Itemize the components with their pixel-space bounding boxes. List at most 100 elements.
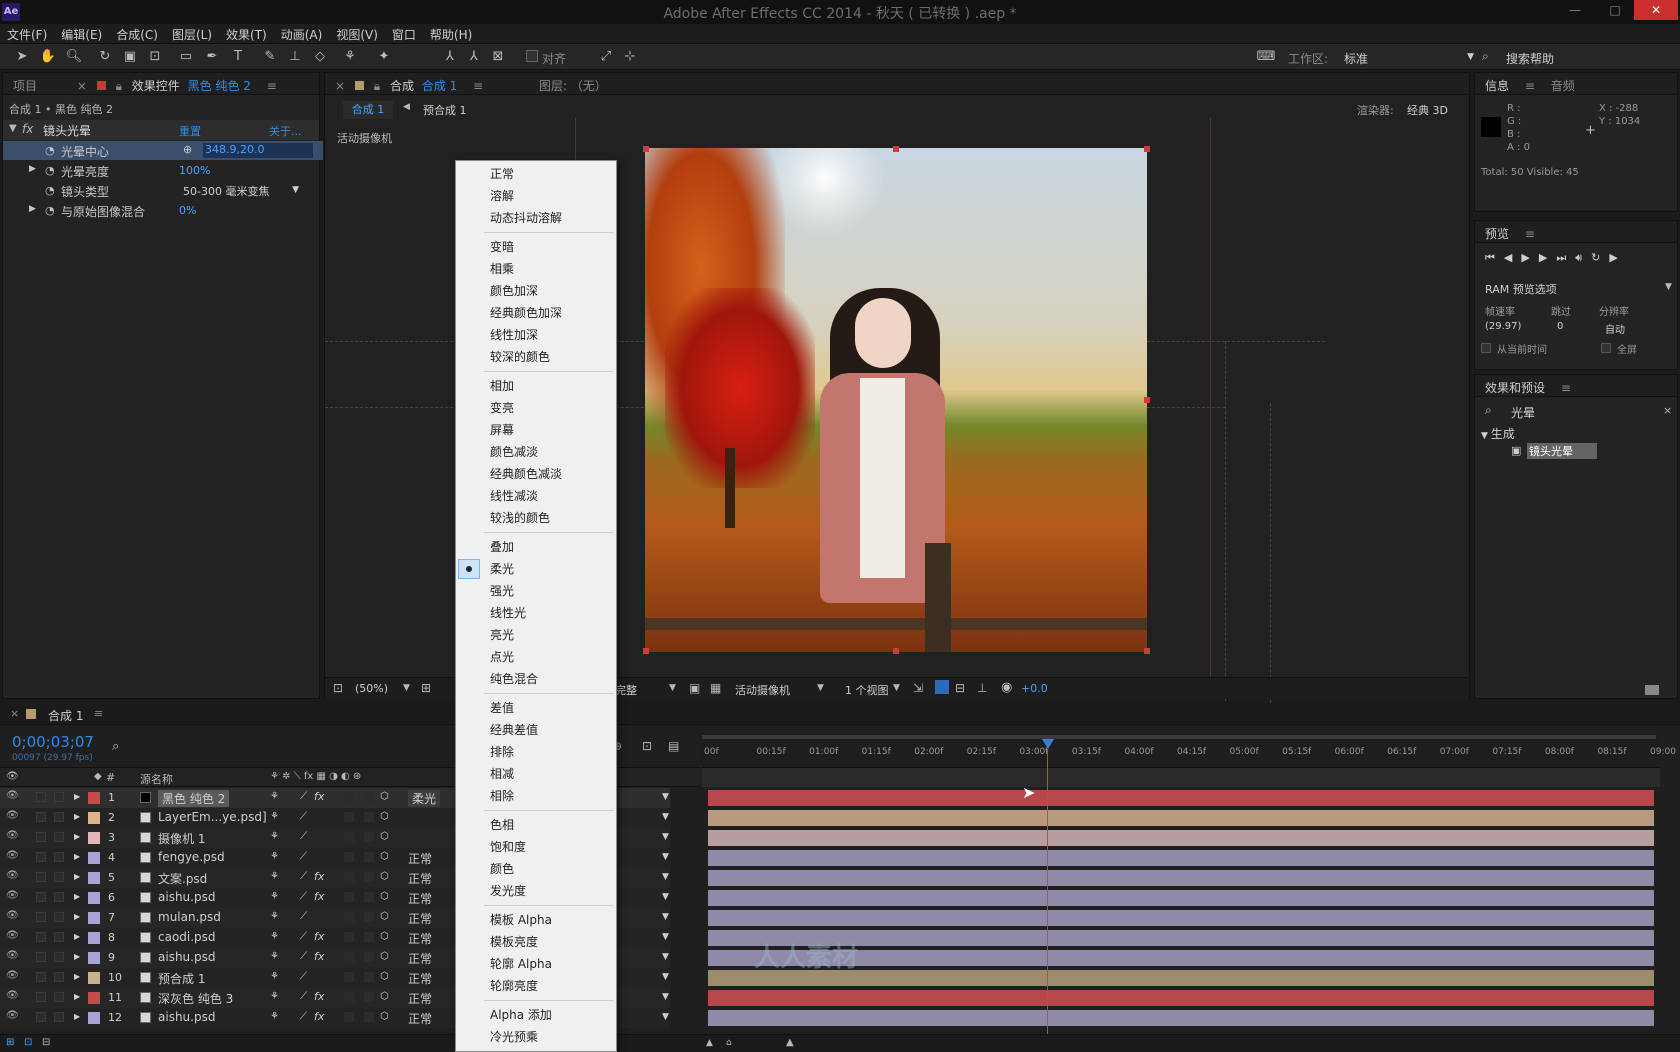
layer-name[interactable]: fengye.psd [158,850,225,864]
blend-mode-option[interactable]: 颜色减淡 [456,441,616,463]
transform-handle[interactable] [643,648,649,654]
tab-project[interactable]: 项目 [3,73,43,94]
transform-handle[interactable] [1144,648,1150,654]
menu-item[interactable]: 帮助(H) [423,24,479,43]
maximize-button[interactable]: □ [1598,0,1632,20]
blend-mode-option[interactable]: 柔光 [456,558,616,580]
lock-toggle[interactable] [54,812,64,822]
blend-mode-option[interactable]: 溶解 [456,185,616,207]
shy-switch-icon[interactable]: ⚘ [270,891,279,902]
view-layout-select[interactable]: 1 个视图 [845,682,889,698]
disclosure-triangle-icon[interactable]: ▶ [74,992,80,1001]
label-color-swatch[interactable] [88,992,100,1004]
solo-toggle[interactable] [36,792,46,802]
blend-mode-select[interactable]: 柔光 [408,790,441,807]
composition-image[interactable] [645,148,1147,652]
blend-mode-select[interactable]: 正常 [408,950,432,967]
shy-switch-icon[interactable]: ⚘ [270,811,279,822]
search-icon[interactable]: ⌕ [112,739,119,754]
menu-item[interactable]: 编辑(E) [54,24,109,43]
zoom-slider-thumb[interactable]: ⌂ [726,1038,732,1048]
skip-select[interactable]: 0 [1557,321,1563,332]
comp-breadcrumb-2[interactable]: 预合成 1 [423,102,467,118]
chevron-down-icon[interactable]: ▼ [662,912,669,922]
blend-mode-option[interactable]: 线性光 [456,602,616,624]
workspace-select[interactable]: 标准 ▼ [1344,50,1474,67]
label-color-swatch[interactable] [88,1012,100,1024]
lock-icon[interactable]: 🔒︎ [110,75,128,94]
3d-layer-icon[interactable]: ⬡ [380,951,389,962]
current-time-indicator-line[interactable] [1047,749,1048,1052]
adjustment-switch[interactable] [364,1012,374,1022]
solo-toggle[interactable] [36,952,46,962]
blend-mode-select[interactable]: 正常 [408,850,432,867]
disclosure-triangle-icon[interactable]: ▶ [74,792,80,801]
motion-blur-switch[interactable] [344,852,354,862]
panel-menu-icon[interactable]: ≡ [1519,75,1541,93]
label-color-swatch[interactable] [88,852,100,864]
solo-toggle[interactable] [36,832,46,842]
disclosure-triangle-icon[interactable]: ▶ [74,832,80,841]
lock-toggle[interactable] [54,892,64,902]
layer-duration-bar[interactable] [708,910,1654,926]
layer-name[interactable]: aishu.psd [158,890,215,904]
from-current-checkbox[interactable] [1481,343,1491,353]
time-ruler[interactable]: 00f 00:15f 01:00f 01:15f 02:00f 02:15f 03:00f 0… [700,733,1676,767]
solo-toggle[interactable] [36,872,46,882]
adjustment-switch[interactable] [364,972,374,982]
stopwatch-icon[interactable]: ◔ [45,144,55,157]
visibility-eye-icon[interactable]: 👁︎ [6,910,19,921]
comp-breadcrumb-1[interactable]: 合成 1 [343,101,393,119]
ram-preview-options[interactable]: RAM 预览选项 [1485,281,1557,297]
solo-toggle[interactable] [36,852,46,862]
fx-icon[interactable]: fx [314,1010,324,1023]
menu-item[interactable]: 效果(T) [219,24,274,43]
blend-mode-option[interactable]: 屏幕 [456,419,616,441]
blend-mode-option[interactable]: 相除 [456,785,616,807]
search-help-input[interactable]: 搜索帮助 [1506,50,1554,67]
label-color-swatch[interactable] [88,912,100,924]
layer-name[interactable]: mulan.psd [158,910,221,924]
pan-behind-tool-icon[interactable]: ⊡ [145,48,165,66]
layer-name[interactable]: aishu.psd [158,950,215,964]
chevron-down-icon[interactable]: ▼ [1665,282,1672,292]
motion-blur-switch[interactable] [344,912,354,922]
visibility-eye-icon[interactable]: 👁︎ [6,810,19,821]
fx-icon[interactable]: fx [22,122,33,136]
tab-composition-name[interactable]: 合成 1 [418,73,463,94]
disclosure-triangle-icon[interactable]: ▶ [29,204,36,214]
minimize-button[interactable]: — [1558,0,1592,20]
zoom-out-icon[interactable]: ▲ [706,1038,713,1048]
blend-mode-option[interactable]: 动态抖动溶解 [456,207,616,229]
chevron-down-icon[interactable]: ▼ [662,1012,669,1022]
shy-switch-icon[interactable]: ⚘ [270,1011,279,1022]
motion-blur-switch[interactable] [344,932,354,942]
blend-mode-select[interactable]: 正常 [408,930,432,947]
blend-mode-option[interactable]: 较浅的颜色 [456,507,616,529]
visibility-eye-icon[interactable]: 👁︎ [6,930,19,941]
disclosure-triangle-icon[interactable]: ▶ [74,1012,80,1021]
selection-tool-icon[interactable]: ➤ [12,48,32,66]
adjustment-switch[interactable] [364,952,374,962]
panel-menu-icon[interactable]: ≡ [261,75,283,93]
visibility-eye-icon[interactable]: 👁︎ [6,790,19,801]
graph-editor-icon[interactable]: ⊡ [642,739,652,753]
shy-switch-icon[interactable]: ⚘ [270,851,279,862]
3d-layer-icon[interactable]: ⬡ [380,871,389,882]
quality-switch-icon[interactable]: ⟋ [300,791,307,802]
toggle-modes-icon[interactable]: ⊡ [24,1037,32,1048]
chevron-down-icon[interactable]: ▼ [662,972,669,982]
3d-layer-icon[interactable]: ⬡ [380,791,389,802]
layer-duration-bar[interactable] [708,790,1654,806]
text-tool-icon[interactable]: T [228,48,248,66]
fx-icon[interactable]: fx [314,790,324,803]
prop-row-flare-brightness[interactable]: ▶ ◔ 光晕亮度 100% [3,161,323,180]
quality-switch-icon[interactable]: ⟋ [300,851,307,862]
blend-mode-option[interactable]: 点光 [456,646,616,668]
motion-blur-switch[interactable] [344,892,354,902]
audio-icon[interactable]: 🔊︎ [1575,251,1591,264]
layer-duration-bar[interactable] [708,810,1654,826]
visibility-eye-icon[interactable]: 👁︎ [6,870,19,881]
quality-switch-icon[interactable]: ⟋ [300,971,307,982]
menu-item[interactable]: 文件(F) [0,24,54,43]
